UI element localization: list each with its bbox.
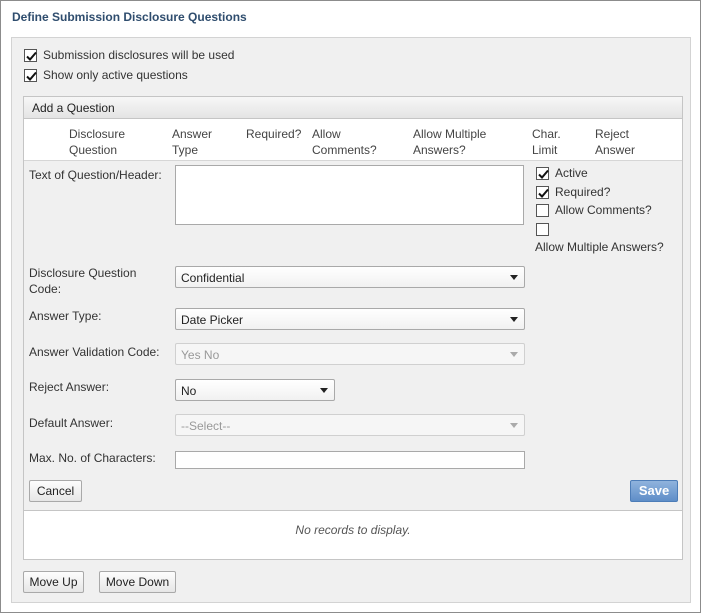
col-reject-answer[interactable]: Reject Answer (595, 126, 635, 158)
dropdown-arrow-icon (510, 275, 518, 280)
empty-message: No records to display. (295, 523, 411, 537)
reject-answer-value: No (181, 384, 197, 398)
validation-code-select: Yes No (175, 343, 525, 365)
validation-code-value: Yes No (181, 348, 220, 362)
col-required[interactable]: Required? (246, 126, 301, 142)
default-answer-value: --Select-- (181, 419, 231, 433)
cancel-button[interactable]: Cancel (29, 480, 82, 502)
col-answer-type[interactable]: Answer Type (172, 126, 212, 158)
allow-multiple-checkbox[interactable] (536, 223, 549, 236)
col-char-limit[interactable]: Char. Limit (532, 126, 561, 158)
answer-type-select[interactable]: Date Picker (175, 308, 525, 330)
answer-type-label: Answer Type: (29, 309, 102, 323)
default-answer-select: --Select-- (175, 414, 525, 436)
grid-header: Add a Question (24, 97, 682, 119)
checkmark-icon (538, 169, 549, 179)
show-active-label: Show only active questions (43, 68, 188, 82)
active-label: Active (555, 166, 588, 180)
active-checkbox[interactable] (536, 167, 549, 180)
question-code-value: Confidential (181, 271, 245, 285)
edit-form: Text of Question/Header: Active Required… (24, 161, 682, 511)
column-header-row: Disclosure Question Answer Type Required… (24, 119, 682, 161)
dialog-frame: Define Submission Disclosure Questions S… (0, 0, 701, 613)
move-down-button[interactable]: Move Down (99, 571, 176, 593)
max-chars-input[interactable] (175, 451, 525, 469)
disclosures-used-label: Submission disclosures will be used (43, 48, 235, 62)
allow-comments-label: Allow Comments? (555, 203, 652, 217)
required-label: Required? (555, 185, 611, 199)
reject-answer-select[interactable]: No (175, 379, 335, 401)
reject-answer-label: Reject Answer: (29, 380, 110, 394)
col-allow-comments[interactable]: Allow Comments? (312, 126, 377, 158)
question-text-input[interactable] (175, 165, 524, 225)
max-chars-label: Max. No. of Characters: (29, 451, 156, 465)
checkmark-icon (26, 71, 37, 81)
required-checkbox[interactable] (536, 186, 549, 199)
answer-type-value: Date Picker (181, 313, 244, 327)
dropdown-arrow-icon (320, 388, 328, 393)
col-disclosure-question[interactable]: Disclosure Question (69, 126, 125, 158)
show-active-checkbox[interactable] (24, 69, 37, 82)
checkmark-icon (26, 51, 37, 61)
validation-code-label: Answer Validation Code: (29, 345, 160, 359)
page-title: Define Submission Disclosure Questions (12, 10, 247, 24)
dropdown-arrow-icon (510, 352, 518, 357)
disclosures-used-checkbox[interactable] (24, 49, 37, 62)
col-allow-multiple[interactable]: Allow Multiple Answers? (413, 126, 486, 158)
checkmark-icon (538, 188, 549, 198)
questions-grid: Add a Question Disclosure Question Answe… (23, 96, 683, 560)
allow-comments-checkbox[interactable] (536, 204, 549, 217)
default-answer-label: Default Answer: (29, 416, 114, 430)
question-code-select[interactable]: Confidential (175, 266, 525, 288)
question-text-label: Text of Question/Header: (29, 168, 162, 182)
dropdown-arrow-icon (510, 317, 518, 322)
save-button[interactable]: Save (630, 480, 678, 502)
dropdown-arrow-icon (510, 423, 518, 428)
allow-multiple-label: Allow Multiple Answers? (535, 240, 664, 254)
add-question-label[interactable]: Add a Question (32, 101, 115, 115)
move-up-button[interactable]: Move Up (23, 571, 84, 593)
question-code-label: Disclosure Question Code: (29, 266, 137, 296)
